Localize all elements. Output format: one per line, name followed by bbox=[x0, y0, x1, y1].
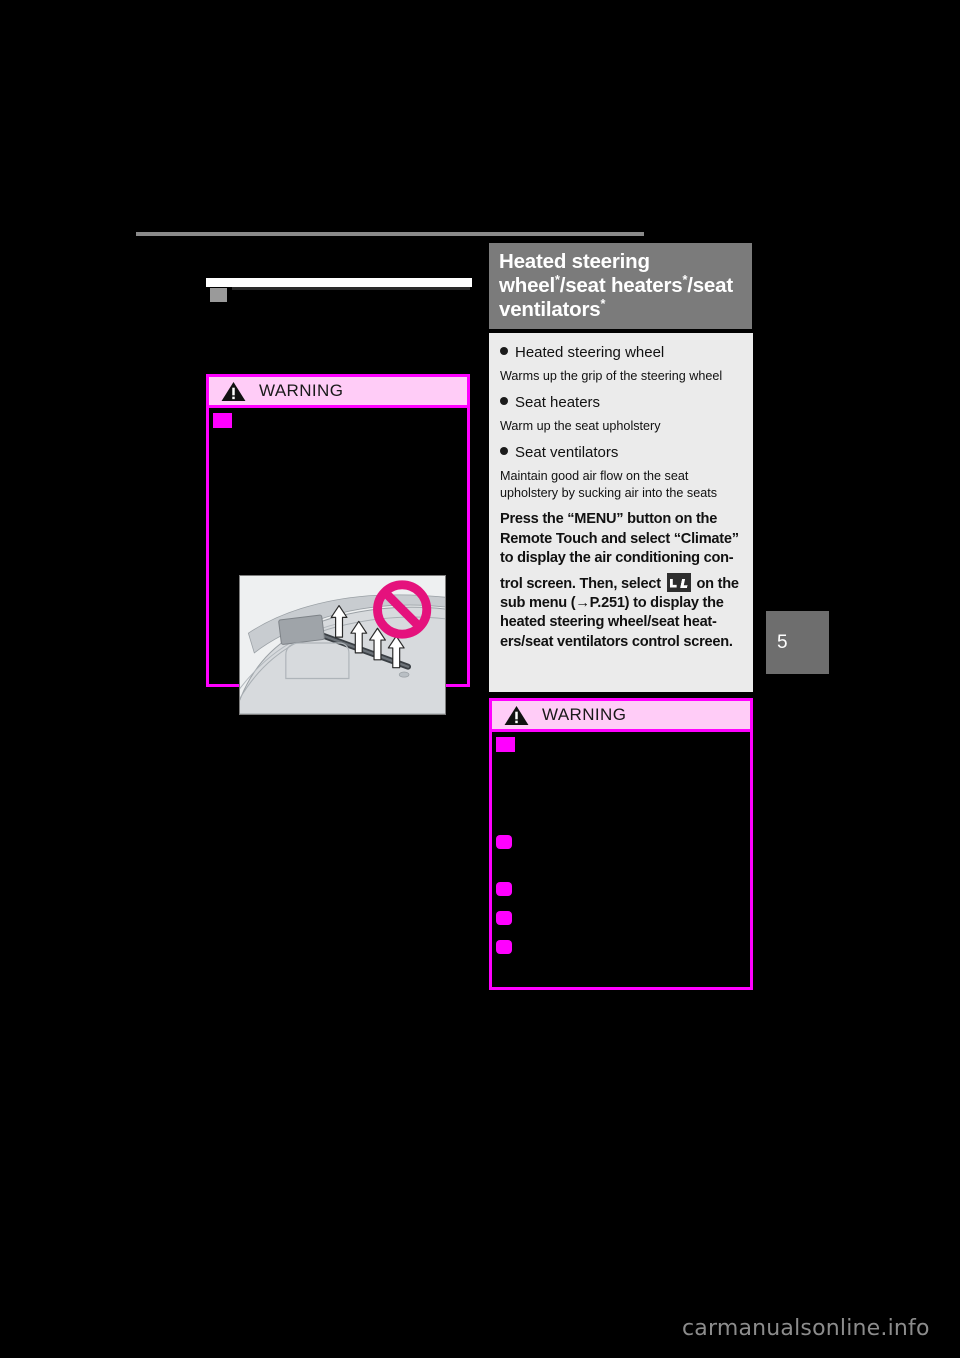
warning-label-right: WARNING bbox=[542, 705, 627, 724]
warning-list-bullet-4 bbox=[496, 940, 512, 954]
instructions-part-2-before: trol screen. Then, select bbox=[500, 575, 661, 592]
warning-label-left: WARNING bbox=[259, 381, 344, 400]
chapter-tab: 5 bbox=[766, 611, 829, 674]
feature-info-panel: Heated steering wheel Warms up the grip … bbox=[489, 333, 753, 692]
section-title-line2-a: heaters bbox=[610, 273, 683, 297]
warning-bullet-marker bbox=[496, 737, 515, 752]
warning-body-left bbox=[206, 408, 470, 715]
warning-box-left: WARNING bbox=[206, 374, 470, 715]
warning-triangle-icon bbox=[221, 381, 246, 401]
site-watermark: carmanualsonline.info bbox=[682, 1316, 930, 1341]
instructions-block: Press the “MENU” button on the Remote To… bbox=[500, 510, 741, 652]
page-canvas: WARNING Heated steering wheel*/seat heat… bbox=[0, 0, 960, 1358]
warning-list-bullet-1 bbox=[496, 835, 512, 849]
feature-name-1: Seat heaters bbox=[515, 393, 601, 411]
bullet-dot-icon bbox=[500, 347, 508, 355]
bullet-dot-icon bbox=[500, 446, 508, 455]
warning-triangle-icon bbox=[504, 705, 529, 725]
warning-box-right: WARNING bbox=[489, 698, 753, 990]
instructions-part-2: trol screen. Then, select on the sub men… bbox=[500, 572, 741, 653]
feature-name-2: Seat ventilators bbox=[515, 443, 619, 461]
section-title: Heated steering wheel*/seat heaters*/sea… bbox=[489, 243, 752, 330]
seat-heater-ventilator-button-icon bbox=[666, 572, 691, 592]
top-horizontal-rule bbox=[136, 232, 644, 236]
left-column-subheading bbox=[206, 278, 472, 304]
warning-body-right bbox=[489, 732, 753, 990]
feature-description-2: Maintain good air flow on the seat uphol… bbox=[500, 469, 718, 500]
chapter-tab-number: 5 bbox=[777, 631, 788, 653]
feature-name-0: Heated steering wheel bbox=[515, 344, 665, 361]
section-title-line1-b: /seat bbox=[559, 273, 606, 297]
warning-list-bullet-2 bbox=[496, 882, 512, 896]
warning-header-left: WARNING bbox=[206, 374, 470, 408]
heading-white-strip bbox=[206, 278, 472, 287]
feature-description-1: Warm up the seat upholstery bbox=[500, 419, 661, 434]
instructions-part-1: Press the “MENU” button on the Remote To… bbox=[500, 511, 739, 567]
heading-redacted-text bbox=[232, 287, 470, 290]
feature-heading-1: Seat heaters bbox=[500, 394, 741, 412]
heading-square-bullet-icon bbox=[210, 288, 227, 302]
warning-header-right: WARNING bbox=[489, 698, 753, 732]
warning-list-bullet-3 bbox=[496, 911, 512, 925]
dashboard-defroster-vent-illustration bbox=[239, 575, 446, 715]
feature-heading-2: Seat ventilators bbox=[500, 444, 741, 462]
section-title-footnote-3: * bbox=[600, 295, 606, 311]
feature-heading-0: Heated steering wheel bbox=[500, 344, 741, 362]
illustration-svg bbox=[240, 576, 445, 714]
feature-description-0: Warms up the grip of the steering wheel bbox=[500, 369, 723, 384]
warning-bullet-marker bbox=[213, 413, 232, 428]
bullet-dot-icon bbox=[500, 396, 508, 405]
